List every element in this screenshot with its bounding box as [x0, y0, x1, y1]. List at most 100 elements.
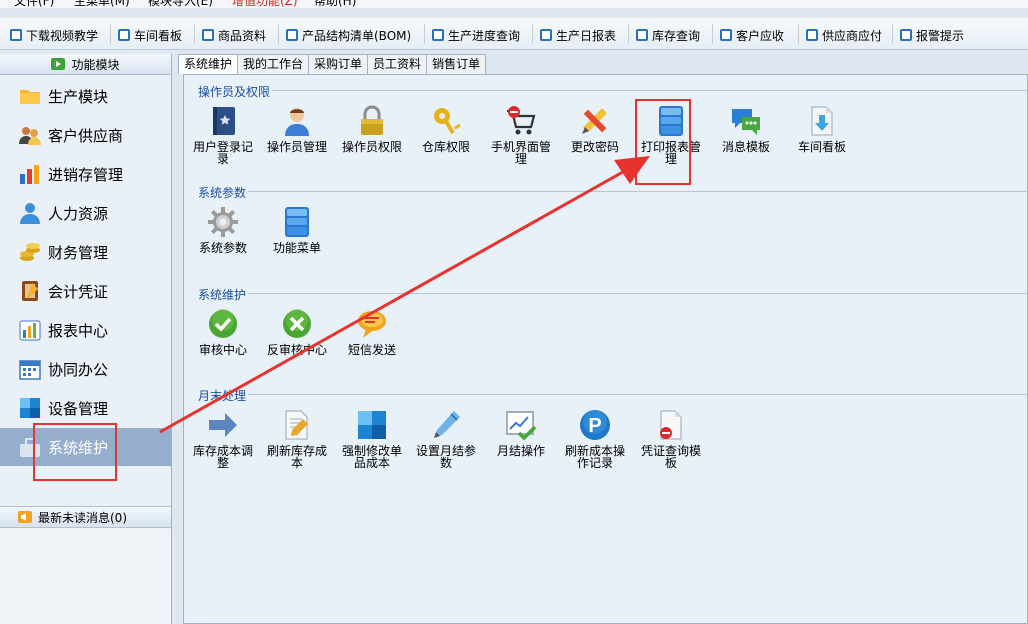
key-icon [434, 108, 461, 135]
play-icon [51, 58, 66, 70]
book-icon [213, 107, 235, 135]
toolbar-alarm[interactable]: 报警提示 [900, 26, 964, 44]
database-icon [285, 207, 309, 237]
module-finance[interactable]: 财务管理 [0, 233, 171, 271]
section-title-operator: 操作员及权限 [198, 85, 271, 99]
chart-check-icon [506, 411, 537, 441]
module-equipment[interactable]: 设备管理 [0, 389, 171, 427]
checkbox-icon [636, 29, 648, 41]
item-message-template[interactable]: 消息模板 [711, 105, 781, 153]
tab-bar: 系统维护 我的工作台 采购订单 员工资料 销售订单 [178, 54, 487, 74]
toolbox-icon [20, 438, 40, 457]
book-icon [22, 281, 38, 301]
module-production[interactable]: 生产模块 [0, 77, 171, 115]
checkbox-icon [202, 29, 214, 41]
person-icon [20, 203, 40, 224]
tiles-icon [358, 411, 386, 439]
module-office[interactable]: 协同办公 [0, 350, 171, 388]
pen-icon [434, 411, 460, 438]
equipment-icon [20, 398, 40, 418]
item-audit-center[interactable]: 审核中心 [188, 308, 258, 356]
item-voucher-query-template[interactable]: 凭证查询模板 [636, 409, 706, 469]
content-area: 操作员及权限 用户登录记录 操作员管理 操作员权限 仓库权限 手机界面管理 更改… [183, 74, 1028, 624]
item-print-report-manage[interactable]: 打印报表管理 [636, 105, 706, 165]
item-refresh-stock-cost[interactable]: 刷新库存成本 [262, 409, 332, 469]
menu-module-import[interactable]: 模块导入(E) [148, 0, 213, 8]
item-system-params[interactable]: 系统参数 [188, 206, 258, 254]
item-operator-manage[interactable]: 操作员管理 [262, 105, 332, 153]
item-change-password[interactable]: 更改密码 [560, 105, 630, 153]
checkbox-icon [900, 29, 912, 41]
item-force-modify-cost[interactable]: 强制修改单品成本 [337, 409, 407, 469]
lock-icon [361, 105, 383, 135]
menu-value-added[interactable]: 增值功能(Z) [232, 0, 298, 8]
speech-bubble-icon [358, 311, 386, 338]
checkbox-icon [286, 29, 298, 41]
item-operator-permission[interactable]: 操作员权限 [337, 105, 407, 153]
gear-icon [208, 207, 238, 237]
download-doc-icon [811, 106, 833, 136]
module-panel-header: 功能模块 [0, 54, 171, 75]
toolbar-workshop-board[interactable]: 车间看板 [118, 26, 182, 44]
shopping-cart-icon [507, 106, 536, 135]
tab-employee-info[interactable]: 员工资料 [367, 54, 428, 74]
operator-icon [285, 108, 309, 136]
section-title-month-end: 月末处理 [198, 389, 247, 403]
checkbox-icon [720, 29, 732, 41]
chat-icon [732, 109, 760, 135]
tab-sales-order[interactable]: 销售订单 [426, 54, 487, 74]
item-refresh-cost-log[interactable]: P 刷新成本操作记录 [560, 409, 630, 469]
module-system-maintenance[interactable]: 系统维护 [0, 428, 171, 466]
coins-icon [20, 243, 40, 261]
quick-toolbar: 下载视频教学 车间看板 商品资料 产品结构清单(BOM) 生产进度查询 生产日报… [0, 18, 1028, 50]
checkbox-icon [540, 29, 552, 41]
toolbar-daily-report[interactable]: 生产日报表 [540, 26, 616, 44]
folder-icon [20, 90, 40, 104]
item-reverse-audit-center[interactable]: 反审核中心 [262, 308, 332, 356]
users-icon [19, 127, 41, 145]
pencil-ruler-icon [582, 108, 608, 134]
module-report-center[interactable]: 报表中心 [0, 311, 171, 349]
calendar-icon [19, 360, 41, 380]
svg-text:P: P [588, 415, 601, 437]
toolbar-stock-query[interactable]: 库存查询 [636, 26, 700, 44]
section-title-system-params: 系统参数 [198, 186, 247, 200]
module-inventory[interactable]: 进销存管理 [0, 155, 171, 193]
item-month-end-operation[interactable]: 月结操作 [486, 409, 556, 457]
item-set-month-end-params[interactable]: 设置月结参数 [411, 409, 481, 469]
toolbar-progress-query[interactable]: 生产进度查询 [432, 26, 520, 44]
tab-my-workbench[interactable]: 我的工作台 [237, 54, 310, 74]
tab-purchase-order[interactable]: 采购订单 [308, 54, 369, 74]
checkbox-icon [118, 29, 130, 41]
item-stock-cost-adjust[interactable]: 库存成本调整 [188, 409, 258, 469]
item-mobile-ui-manage[interactable]: 手机界面管理 [486, 105, 556, 165]
module-accounting-voucher[interactable]: 会计凭证 [0, 272, 171, 310]
item-warehouse-permission[interactable]: 仓库权限 [411, 105, 481, 153]
toolbar-receivables[interactable]: 客户应收 [720, 26, 784, 44]
toolbar-payables[interactable]: 供应商应付 [806, 26, 882, 44]
toolbar-product-info[interactable]: 商品资料 [202, 26, 266, 44]
p-badge-icon: P [580, 410, 610, 440]
section-title-system-maintenance: 系统维护 [198, 288, 247, 302]
item-function-menu[interactable]: 功能菜单 [262, 206, 332, 254]
speaker-icon [18, 511, 32, 523]
menu-help[interactable]: 帮助(H) [314, 0, 356, 8]
toolbar-bom[interactable]: 产品结构清单(BOM) [286, 26, 411, 44]
menu-file[interactable]: 文件(F) [14, 0, 54, 8]
module-hr[interactable]: 人力资源 [0, 194, 171, 232]
panel-empty-area [0, 529, 171, 624]
tab-system-maintenance[interactable]: 系统维护 [178, 54, 239, 74]
doc-minus-icon [660, 410, 682, 440]
menu-main[interactable]: 主菜单(M) [74, 0, 130, 8]
toolbar-video-tutorial[interactable]: 下载视频教学 [10, 26, 98, 44]
item-workshop-board[interactable]: 车间看板 [787, 105, 857, 153]
item-send-sms[interactable]: 短信发送 [337, 308, 407, 356]
unread-messages[interactable]: 最新未读消息(0) [0, 506, 171, 528]
database-icon [659, 106, 683, 136]
menu-bar: 文件(F) 主菜单(M) 模块导入(E) 增值功能(Z) 帮助(H) [0, 0, 1028, 8]
edit-doc-icon [285, 410, 308, 440]
arrow-right-icon [209, 413, 237, 437]
module-customer-supplier[interactable]: 客户供应商 [0, 116, 171, 154]
item-login-log[interactable]: 用户登录记录 [188, 105, 258, 165]
checkbox-icon [432, 29, 444, 41]
